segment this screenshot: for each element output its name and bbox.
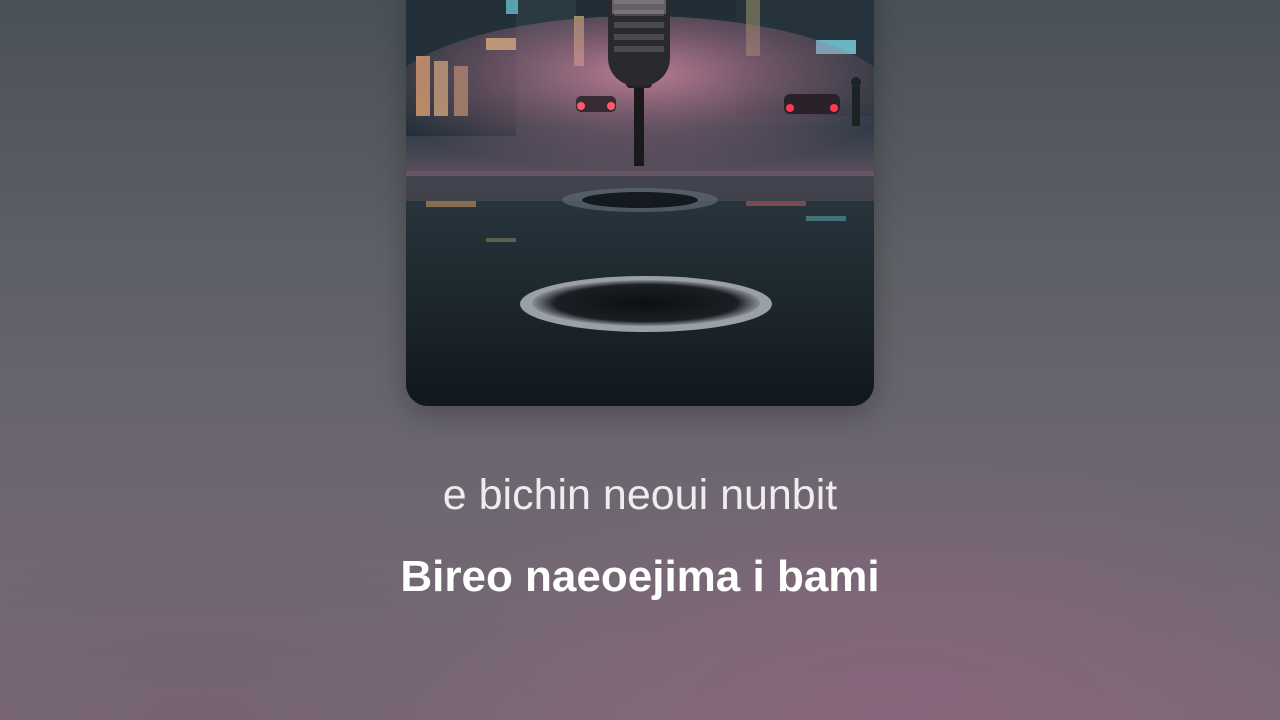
lyrics-player: e bichin neoui nunbit Bireo naeoejima i … <box>0 0 1280 720</box>
album-artwork <box>406 0 874 406</box>
album-artwork-image <box>406 0 874 406</box>
lyric-current-line[interactable]: Bireo naeoejima i bami <box>0 548 1280 606</box>
lyric-previous-line[interactable]: e bichin neoui nunbit <box>0 466 1280 524</box>
lyrics-panel: e bichin neoui nunbit Bireo naeoejima i … <box>0 466 1280 606</box>
